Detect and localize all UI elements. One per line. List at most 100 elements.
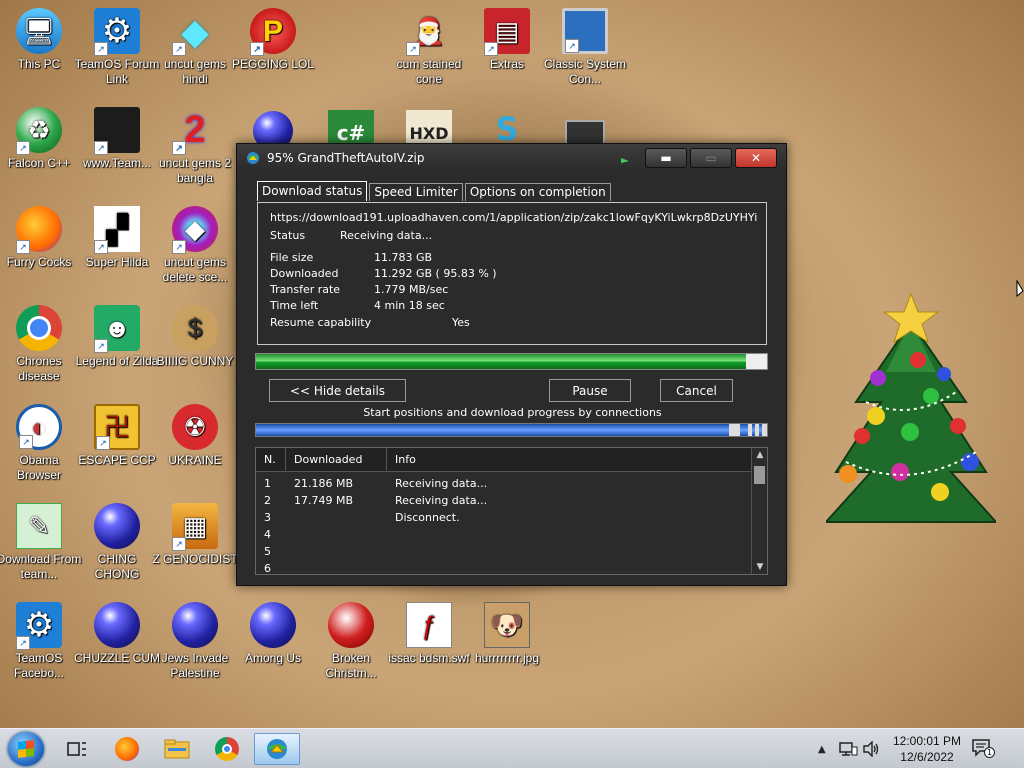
green-flag-icon bbox=[621, 158, 629, 166]
character-icon: ☻ bbox=[94, 305, 140, 353]
desktop-icon-teamos-forum[interactable]: ⚙ TeamOS Forum Link bbox=[74, 8, 160, 87]
desktop-icon-label: Among Us bbox=[244, 651, 302, 665]
volume-tray[interactable] bbox=[862, 729, 880, 768]
connection-segment bbox=[256, 424, 729, 436]
desktop-icon-label: uncut gems 2 bangla bbox=[158, 156, 232, 185]
list-item[interactable]: 3 Disconnect. bbox=[256, 509, 767, 526]
tab-speed-limiter[interactable]: Speed Limiter bbox=[369, 183, 463, 201]
list-scrollbar[interactable]: ▲ ▼ bbox=[751, 448, 767, 574]
gear-icon: ⚙ bbox=[94, 8, 140, 56]
desktop-icon-label: Download From team... bbox=[0, 552, 82, 581]
scroll-down-icon[interactable]: ▼ bbox=[752, 562, 767, 572]
purple-orb-icon bbox=[94, 503, 140, 549]
list-item[interactable]: 1 21.186 MB Receiving data... bbox=[256, 475, 767, 492]
desktop-icon-hurr-jpg[interactable]: 🐶 hurrrrrrrr.jpg bbox=[464, 602, 550, 666]
close-button[interactable]: ✕ bbox=[735, 148, 777, 168]
scroll-up-icon[interactable]: ▲ bbox=[752, 450, 767, 460]
column-header-n[interactable]: N. bbox=[256, 448, 286, 471]
pause-button[interactable]: Pause bbox=[549, 379, 631, 402]
desktop-icon-cum-cone[interactable]: 🎅 cum stained cone bbox=[386, 8, 472, 87]
computer-icon: 🖥 bbox=[16, 8, 62, 54]
connection-segment bbox=[759, 424, 762, 436]
task-view-icon bbox=[67, 742, 86, 756]
desktop-icon-extras[interactable]: ▤ Extras bbox=[464, 8, 550, 72]
desktop-icon-ching-chong[interactable]: CHING CHONG bbox=[74, 503, 160, 582]
hide-details-button[interactable]: << Hide details bbox=[269, 379, 406, 402]
recycle-ball-icon: ♻ bbox=[16, 107, 62, 155]
dog-photo-icon: 🐶 bbox=[484, 602, 530, 648]
clock-time: 12:00:01 PM bbox=[892, 734, 962, 748]
desktop-icon-label: issac bdsm.swf bbox=[388, 651, 470, 665]
taskbar-explorer-button[interactable] bbox=[154, 733, 200, 765]
desktop-icon-label: cum stained cone bbox=[396, 57, 462, 86]
tab-download-status[interactable]: Download status bbox=[257, 181, 368, 201]
taskbar-download-manager-button[interactable] bbox=[254, 733, 300, 765]
desktop-icon-escape-ccp[interactable]: 卍 ESCAPE CCP bbox=[74, 404, 160, 468]
flash-file-icon: ƒ bbox=[406, 602, 452, 648]
taskbar-firefox-button[interactable] bbox=[104, 733, 150, 765]
desktop-icon-uncut-gems-delete[interactable]: ◆ uncut gems delete sce... bbox=[152, 206, 238, 285]
download-progress-fill bbox=[256, 354, 746, 369]
desktop-icon-label: www.Team... bbox=[82, 156, 151, 170]
show-hidden-icons[interactable]: ▲ bbox=[818, 729, 826, 768]
desktop-icon-label: uncut gems hindi bbox=[163, 57, 227, 86]
desktop-icon-label: uncut gems delete sce... bbox=[162, 255, 228, 284]
desktop-icon-z-genocidist[interactable]: ▦ Z GENOCIDIST bbox=[152, 503, 238, 567]
desktop-icon-label: TeamOS Facebo... bbox=[13, 651, 65, 680]
desktop-icon-issac[interactable]: ƒ issac bdsm.swf bbox=[386, 602, 472, 666]
task-view-button[interactable] bbox=[54, 733, 100, 765]
column-header-info[interactable]: Info bbox=[387, 448, 737, 471]
network-tray[interactable] bbox=[838, 729, 858, 768]
blocks-icon: ▦ bbox=[172, 503, 218, 551]
desktop-icon-jews-invade[interactable]: Jews Invade Palestine bbox=[152, 602, 238, 681]
dark-box-icon bbox=[94, 107, 140, 155]
downloaded-value: 11.292 GB ( 95.83 % ) bbox=[374, 267, 497, 280]
desktop-icon-uncut-gems-hindi[interactable]: ◆ uncut gems hindi bbox=[152, 8, 238, 87]
desktop-icon-legend-zilda[interactable]: ☻ Legend of Zilda bbox=[74, 305, 160, 369]
desktop-icon-pegging[interactable]: P PEGGING LOL bbox=[230, 8, 316, 72]
connection-segment bbox=[740, 424, 748, 436]
desktop-icon-among-us[interactable]: Among Us bbox=[230, 602, 316, 666]
tab-options-completion[interactable]: Options on completion bbox=[464, 183, 611, 201]
list-item[interactable]: 5 bbox=[256, 543, 767, 560]
maximize-button[interactable]: ▭ bbox=[690, 148, 732, 168]
desktop-icon-label: Broken Christm... bbox=[325, 651, 377, 680]
desktop-icon-falcon[interactable]: ♻ Falcon C++ bbox=[0, 107, 82, 171]
connection-segment bbox=[752, 424, 755, 436]
list-item[interactable]: 6 bbox=[256, 560, 767, 574]
desktop-icon-chrones[interactable]: Chrones disease bbox=[0, 305, 82, 384]
desktop-icon-label: PEGGING LOL bbox=[231, 57, 315, 71]
desktop-icon-label: This PC bbox=[17, 57, 61, 71]
peggle-icon: P bbox=[250, 8, 296, 56]
desktop-icon-super-hilda[interactable]: ▞ Super Hilda bbox=[74, 206, 160, 270]
desktop-icon-this-pc[interactable]: 🖥 This PC bbox=[0, 8, 82, 72]
desktop-icon-furry[interactable]: Furry Cocks bbox=[0, 206, 82, 270]
desktop-icon-obama[interactable]: ◐ Obama Browser bbox=[0, 404, 82, 483]
desktop-icon-download-from[interactable]: ✎ Download From team... bbox=[0, 503, 82, 582]
cancel-button[interactable]: Cancel bbox=[660, 379, 733, 402]
taskbar-chrome-button[interactable] bbox=[204, 733, 250, 765]
dialog-title-bar[interactable]: 95% GrandTheftAutoIV.zip ▬ ▭ ✕ bbox=[237, 144, 786, 172]
action-center-button[interactable]: 1 bbox=[972, 739, 995, 758]
gem-icon: ◆ bbox=[172, 8, 218, 56]
desktop-icon-teamos-facebook[interactable]: ⚙ TeamOS Facebo... bbox=[0, 602, 82, 681]
desktop-icon-biiiig[interactable]: $ BIIIIG CUNNY bbox=[152, 305, 238, 369]
desktop-icon-chuzzle[interactable]: CHUZZLE CUM bbox=[74, 602, 160, 666]
column-header-downloaded[interactable]: Downloaded bbox=[286, 448, 387, 471]
dialog-tabs: Download status Speed Limiter Options on… bbox=[257, 181, 613, 201]
desktop-icon-www-team[interactable]: www.Team... bbox=[74, 107, 160, 171]
transfer-rate-label: Transfer rate bbox=[270, 283, 341, 296]
desktop-icon-label: Super Hilda bbox=[85, 255, 149, 269]
scrollbar-thumb[interactable] bbox=[754, 466, 765, 484]
desktop-icon-classic-system[interactable]: Classic System Con... bbox=[542, 8, 628, 87]
desktop-icon-broken-christmas[interactable]: Broken Christm... bbox=[308, 602, 394, 681]
desktop-icon-ukraine[interactable]: ☢ UKRAINE bbox=[152, 404, 238, 468]
download-dialog: 95% GrandTheftAutoIV.zip ▬ ▭ ✕ Download … bbox=[236, 143, 787, 586]
list-item[interactable]: 4 bbox=[256, 526, 767, 543]
desktop-icon-uncut-gems-2[interactable]: 2 uncut gems 2 bangla bbox=[152, 107, 238, 186]
list-item[interactable]: 2 17.749 MB Receiving data... bbox=[256, 492, 767, 509]
clock[interactable]: 12:00:01 PM 12/6/2022 bbox=[880, 733, 974, 765]
minimize-button[interactable]: ▬ bbox=[645, 148, 687, 168]
volume-icon bbox=[863, 741, 879, 757]
start-button[interactable] bbox=[8, 732, 44, 766]
